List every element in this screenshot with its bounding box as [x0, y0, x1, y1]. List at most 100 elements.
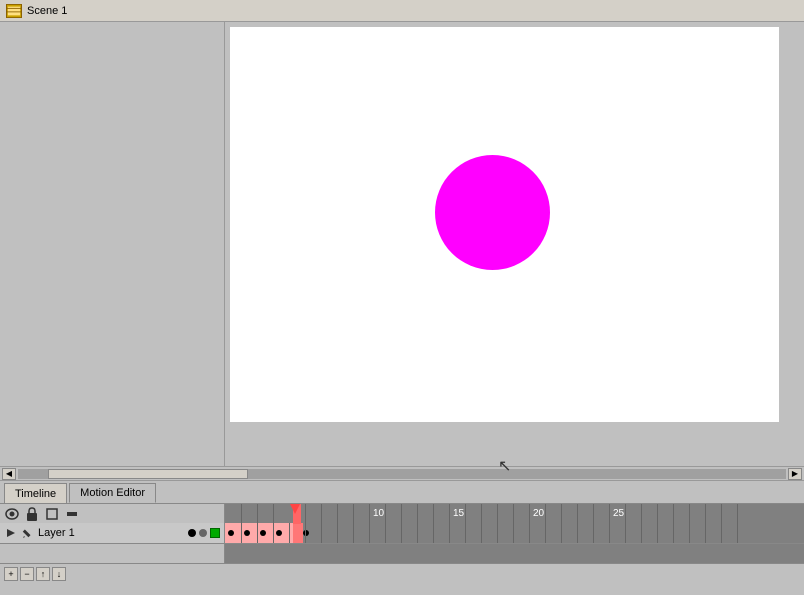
scroll-left-button[interactable]: ◀ [2, 468, 16, 480]
grid-line-7 [353, 504, 354, 524]
layer-grid-20 [545, 523, 546, 543]
timeline-tabs-bar: Timeline Motion Editor [0, 481, 804, 503]
add-layer-button[interactable]: + [4, 567, 18, 581]
layer-grid-24 [609, 523, 610, 543]
circle-object[interactable] [435, 155, 550, 270]
grid-line-4 [305, 504, 306, 524]
frame-number-25: 25 [613, 508, 624, 519]
pencil-icon[interactable] [21, 526, 35, 540]
grid-line-22 [593, 504, 594, 524]
tab-motion-editor[interactable]: Motion Editor [69, 483, 156, 503]
layer-grid-22 [577, 523, 578, 543]
grid-line-26 [657, 504, 658, 524]
grid-line-6 [337, 504, 338, 524]
grid-line-29 [705, 504, 706, 524]
horizontal-scrollbar[interactable]: ◀ ↖ ▶ [0, 466, 804, 480]
grid-line-19 [545, 504, 546, 524]
layer-color-swatch[interactable] [210, 528, 220, 538]
layer-grid-21 [561, 523, 562, 543]
grid-line-31 [737, 504, 738, 524]
frame-icon[interactable] [64, 506, 80, 522]
frame-pointer [290, 504, 300, 514]
frame-dot-1 [228, 530, 234, 536]
scroll-right-button[interactable]: ▶ [788, 468, 802, 480]
layer-grid-26 [641, 523, 642, 543]
layer-grid-17 [497, 523, 498, 543]
grid-line-15 [481, 504, 482, 524]
layer-footer-left [0, 544, 225, 563]
grid-line-13 [449, 504, 450, 524]
frame-dot-3 [260, 530, 266, 536]
delete-layer-button[interactable]: − [20, 567, 34, 581]
layer-grid-6 [321, 523, 322, 543]
layer-grid-12 [417, 523, 418, 543]
lock-icon[interactable] [24, 506, 40, 522]
layer-grid-23 [593, 523, 594, 543]
layer-grid-7 [337, 523, 338, 543]
layer-grid-30 [705, 523, 706, 543]
layer-grid-14 [449, 523, 450, 543]
grid-line-11 [417, 504, 418, 524]
scroll-track[interactable] [18, 469, 786, 479]
canvas-area [225, 22, 804, 466]
scroll-thumb[interactable] [48, 469, 248, 479]
stage-canvas[interactable] [230, 27, 779, 422]
frame-dot-4 [276, 530, 282, 536]
move-up-button[interactable]: ↑ [36, 567, 50, 581]
layer-grid-28 [673, 523, 674, 543]
layer-footer-frames [225, 544, 804, 563]
layer-grid-16 [481, 523, 482, 543]
frame-number-20: 20 [533, 508, 544, 519]
grid-line-28 [689, 504, 690, 524]
eye-icon[interactable] [4, 506, 20, 522]
layer-dot-1 [188, 529, 196, 537]
layer-grid-32 [737, 523, 738, 543]
frame-number-10: 10 [373, 508, 384, 519]
layer-expand-icon[interactable] [4, 526, 18, 540]
main-area [0, 22, 804, 466]
left-panel [0, 22, 225, 466]
grid-line-30 [721, 504, 722, 524]
layer-grid-2 [257, 523, 258, 543]
tab-timeline[interactable]: Timeline [4, 483, 67, 503]
grid-line-5 [321, 504, 322, 524]
layer-grid-13 [433, 523, 434, 543]
grid-line-17 [513, 504, 514, 524]
layer-dot-2 [199, 529, 207, 537]
grid-line-1 [241, 504, 242, 524]
layer-grid-25 [625, 523, 626, 543]
window-title: Scene 1 [27, 5, 67, 17]
grid-line-20 [561, 504, 562, 524]
layer-name[interactable]: Layer 1 [38, 527, 185, 539]
grid-line-23 [609, 504, 610, 524]
layer-grid-10 [385, 523, 386, 543]
grid-line-8 [369, 504, 370, 524]
layer-grid-9 [369, 523, 370, 543]
grid-line-27 [673, 504, 674, 524]
timeline-header-row: 5 10 15 20 25 [0, 503, 804, 523]
outline-icon[interactable] [44, 506, 60, 522]
layer-grid-1 [241, 523, 242, 543]
layer-controls: Layer 1 [0, 523, 225, 543]
grid-line-3 [273, 504, 274, 524]
layer-grid-5 [305, 523, 306, 543]
move-down-button[interactable]: ↓ [52, 567, 66, 581]
frame-number-15: 15 [453, 508, 464, 519]
grid-line-10 [401, 504, 402, 524]
layer-grid-29 [689, 523, 690, 543]
grid-line-25 [641, 504, 642, 524]
frame-dot-2 [244, 530, 250, 536]
grid-line-21 [577, 504, 578, 524]
timeline-layer-row: Layer 1 [0, 523, 804, 543]
layer-grid-8 [353, 523, 354, 543]
grid-line-14 [465, 504, 466, 524]
grid-line-12 [433, 504, 434, 524]
scene-icon [6, 4, 22, 18]
grid-line-2 [257, 504, 258, 524]
layer-frame-cells[interactable] [225, 523, 804, 543]
frames-ruler: 5 10 15 20 25 [225, 504, 804, 524]
layer-grid-15 [465, 523, 466, 543]
frame-dot-5 [303, 530, 309, 536]
layer-grid-4 [289, 523, 290, 543]
layer-grid-19 [529, 523, 530, 543]
